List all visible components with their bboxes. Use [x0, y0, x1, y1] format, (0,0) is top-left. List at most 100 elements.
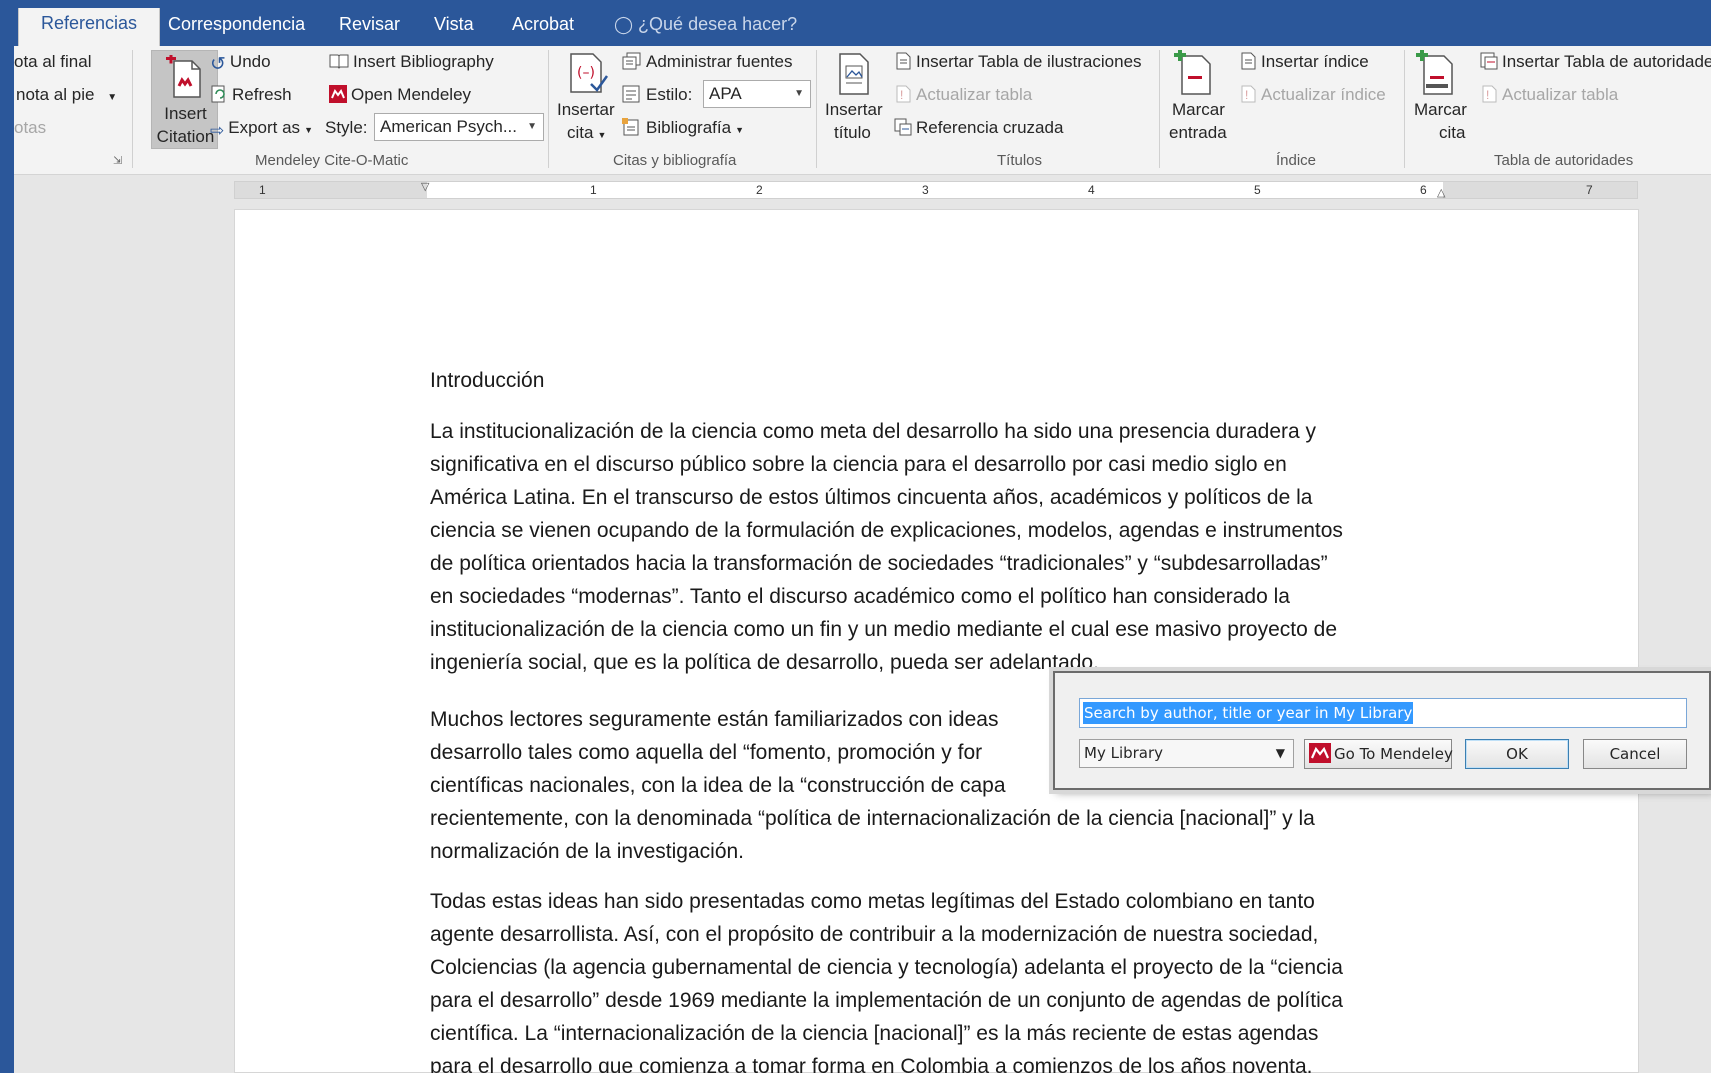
- document-page[interactable]: Introducción La institucionalización de …: [234, 209, 1639, 1073]
- insert-endnote-button[interactable]: ota al final: [14, 51, 92, 73]
- refresh-button[interactable]: Refresh: [210, 84, 292, 106]
- mendeley-citation-dialog: Search by author, title or year in My Li…: [1053, 671, 1711, 790]
- bibliography-button[interactable]: Bibliografía ▼: [622, 117, 744, 141]
- mark-citation-label-1[interactable]: Marcar: [1414, 99, 1467, 121]
- svg-text:(–): (–): [577, 65, 595, 81]
- group-label-mendeley: Mendeley Cite-O-Matic: [255, 152, 409, 169]
- window-left-edge: [0, 0, 14, 1073]
- insert-index-button[interactable]: Insertar índice: [1239, 51, 1369, 73]
- insert-caption-button[interactable]: título: [834, 122, 871, 144]
- paragraph-3: Todas estas ideas han sido presentadas c…: [430, 885, 1343, 1073]
- insert-table-authorities-button[interactable]: Insertar Tabla de autoridade: [1480, 51, 1711, 73]
- library-select[interactable]: My Library ▼: [1079, 739, 1294, 768]
- group-separator: [1159, 50, 1160, 168]
- insert-cite-label-1[interactable]: Insertar: [557, 99, 615, 121]
- text-line: normalización de la investigación.: [430, 840, 745, 863]
- tab-vista[interactable]: Vista: [434, 10, 474, 47]
- text-line: Colciencias (la agencia gubernamental de…: [430, 956, 1343, 979]
- dropdown-arrow-icon: ▼: [735, 125, 744, 135]
- tab-correspondencia[interactable]: Correspondencia: [168, 10, 305, 47]
- search-placeholder-selected: Search by author, title or year in My Li…: [1083, 702, 1414, 724]
- insert-caption-icon: [839, 53, 869, 95]
- dropdown-arrow-icon: ▼: [527, 121, 537, 132]
- bibliography-icon: [622, 118, 639, 136]
- manage-sources-button[interactable]: Administrar fuentes: [622, 51, 792, 73]
- go-to-mendeley-button[interactable]: Go To Mendeley: [1304, 739, 1453, 769]
- group-label-citations: Citas y bibliografía: [613, 152, 737, 169]
- insert-caption-label-1[interactable]: Insertar: [825, 99, 883, 121]
- tell-me-box[interactable]: ◯ ¿Qué desea hacer?: [614, 10, 797, 47]
- ruler-right-margin: [1443, 182, 1637, 198]
- update-index-icon: !: [1241, 85, 1256, 103]
- export-as-button[interactable]: ⇨ Export as ▼: [210, 117, 313, 141]
- insert-citation-label-2: Citation: [156, 127, 215, 146]
- mendeley-logo-icon: [1309, 743, 1331, 763]
- cancel-button[interactable]: Cancel: [1583, 739, 1687, 769]
- open-mendeley-button[interactable]: Open Mendeley: [329, 84, 471, 106]
- right-indent-marker[interactable]: △: [1437, 186, 1449, 199]
- heading-introduccion: Introducción: [430, 369, 545, 392]
- mark-citation-button[interactable]: cita: [1439, 122, 1465, 144]
- undo-button[interactable]: ↺ Undo: [210, 51, 271, 75]
- tab-acrobat[interactable]: Acrobat: [512, 10, 574, 47]
- text-line: para el desarrollo” desde 1969 mediante …: [430, 989, 1343, 1012]
- text-line: significativa en el discurso público sob…: [430, 453, 1287, 476]
- mendeley-logo-icon: [329, 85, 347, 103]
- mendeley-style-select[interactable]: American Psych... ▼: [374, 113, 544, 141]
- dropdown-arrow-icon: ▼: [597, 130, 607, 140]
- paragraph-1: La institucionalización de la ciencia co…: [430, 415, 1343, 679]
- mark-entry-icon: [1174, 50, 1211, 95]
- book-icon: [329, 54, 349, 69]
- first-line-indent-marker[interactable]: ▽: [421, 180, 433, 193]
- undo-icon: ↺: [210, 54, 226, 75]
- citation-style-select[interactable]: APA ▼: [703, 80, 811, 108]
- next-footnote-button[interactable]: nota al pie ▼: [16, 84, 117, 109]
- group-separator: [132, 50, 133, 168]
- text-line: institucionalización de la ciencia como …: [430, 618, 1337, 641]
- dropdown-arrow-icon: ▼: [304, 125, 313, 135]
- show-notes-button[interactable]: otas: [14, 117, 46, 139]
- mark-entry-button[interactable]: entrada: [1169, 122, 1227, 144]
- text-line: en sociedades “modernas”. Tanto el discu…: [430, 585, 1290, 608]
- text-line: agente desarrollista. Así, con el propós…: [430, 923, 1319, 946]
- ribbon: ota al final nota al pie ▼ otas ⇲ Insert…: [14, 46, 1711, 175]
- text-line: América Latina. En el transcurso de esto…: [430, 486, 1313, 509]
- insert-cite-icon: (–): [570, 53, 609, 93]
- group-label-authorities: Tabla de autoridades: [1494, 152, 1634, 169]
- export-icon: ⇨: [210, 121, 225, 140]
- style-label: Style:: [325, 118, 368, 137]
- group-separator: [1404, 50, 1405, 168]
- ruler-number: 2: [756, 183, 763, 197]
- group-label-index: Índice: [1276, 152, 1317, 169]
- insert-cite-button[interactable]: cita ▼: [567, 122, 606, 146]
- horizontal-ruler[interactable]: 1 1 2 3 4 5 6 7 ▽ △: [234, 181, 1638, 199]
- group-separator: [548, 50, 549, 168]
- update-table-authorities-button[interactable]: ! Actualizar tabla: [1480, 84, 1618, 106]
- update-table-icon: !: [896, 85, 911, 103]
- insert-citation-label-1: Insert: [164, 104, 207, 123]
- insert-table-of-figures-button[interactable]: Insertar Tabla de ilustraciones: [894, 51, 1142, 73]
- text-line: recientemente, con la denominada “políti…: [430, 807, 1315, 830]
- text-line: científica. La “internacionalización de …: [430, 1022, 1319, 1045]
- update-index-button[interactable]: ! Actualizar índice: [1239, 84, 1386, 106]
- insert-citation-button[interactable]: Insert Citation: [151, 50, 218, 149]
- svg-text:!: !: [1486, 88, 1489, 102]
- ruler-number: 3: [922, 183, 929, 197]
- tab-referencias[interactable]: Referencias: [18, 8, 161, 47]
- citation-style-label: Estilo:: [622, 84, 692, 106]
- text-line: de política orientados hacia la transfor…: [430, 552, 1328, 575]
- insert-index-icon: [1241, 52, 1256, 70]
- text-line: ciencia se vienen ocupando de la formula…: [430, 519, 1343, 542]
- tab-revisar[interactable]: Revisar: [339, 10, 400, 47]
- dialog-launcher-icon[interactable]: ⇲: [113, 154, 122, 167]
- mark-entry-label-1[interactable]: Marcar: [1172, 99, 1225, 121]
- tell-me-text: ¿Qué desea hacer?: [638, 14, 798, 34]
- update-table-figures-button[interactable]: ! Actualizar tabla: [894, 84, 1032, 106]
- insert-bibliography-button[interactable]: Insert Bibliography: [329, 51, 494, 73]
- manage-sources-icon: [622, 52, 641, 70]
- text-line: La institucionalización de la ciencia co…: [430, 420, 1317, 443]
- ok-button[interactable]: OK: [1465, 739, 1569, 769]
- group-separator: [816, 50, 817, 168]
- cross-reference-button[interactable]: Referencia cruzada: [894, 117, 1063, 139]
- citation-search-input[interactable]: Search by author, title or year in My Li…: [1079, 698, 1687, 728]
